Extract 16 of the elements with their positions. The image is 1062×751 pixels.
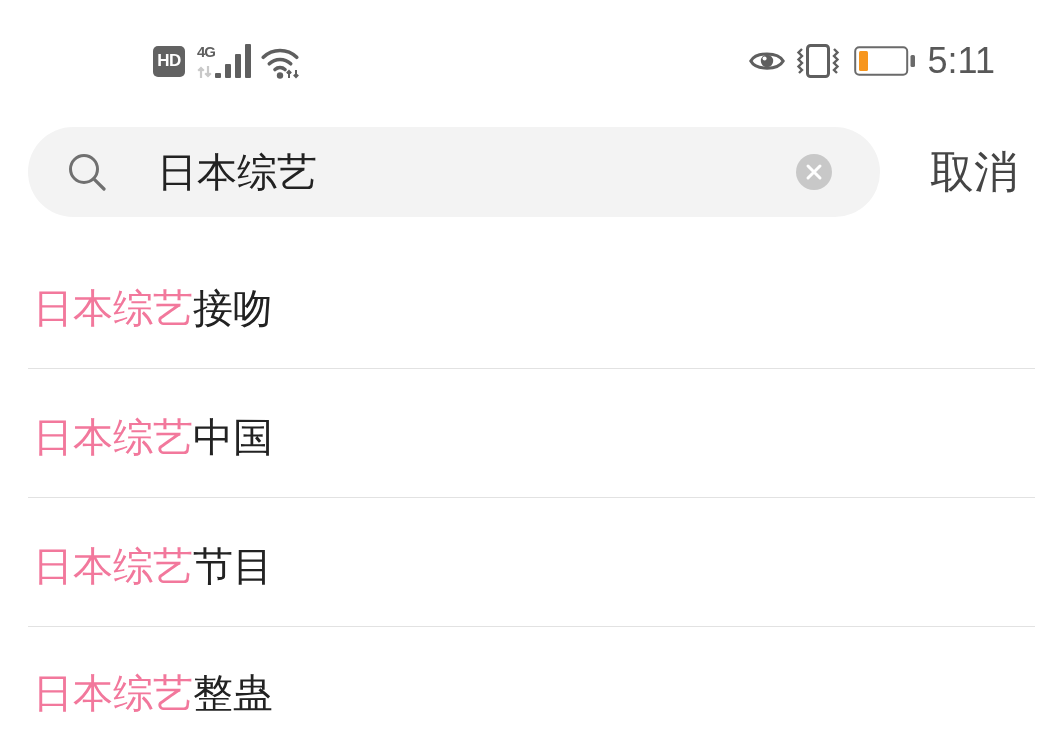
status-time: 5:11 [927,41,995,81]
clear-icon[interactable] [796,154,832,190]
suggestion-item[interactable]: 日本综艺接吻 [28,240,1035,369]
search-icon [68,153,106,191]
search-input[interactable]: 日本综艺 [157,142,776,202]
data-arrows-icon [197,66,213,78]
suggestion-item[interactable]: 日本综艺整蛊 [28,627,1035,751]
search-field[interactable]: 日本综艺 [28,127,880,217]
cancel-button[interactable]: 取消 [930,144,1018,200]
suggestion-item[interactable]: 日本综艺中国 [28,369,1035,498]
hd-indicator: HD [153,45,185,77]
vibrate-icon [795,44,840,78]
signal-icon [215,44,251,78]
network-type-label: 4G [197,44,215,59]
battery-icon [853,46,916,76]
suggestion-item[interactable]: 日本综艺节目 [28,498,1035,627]
